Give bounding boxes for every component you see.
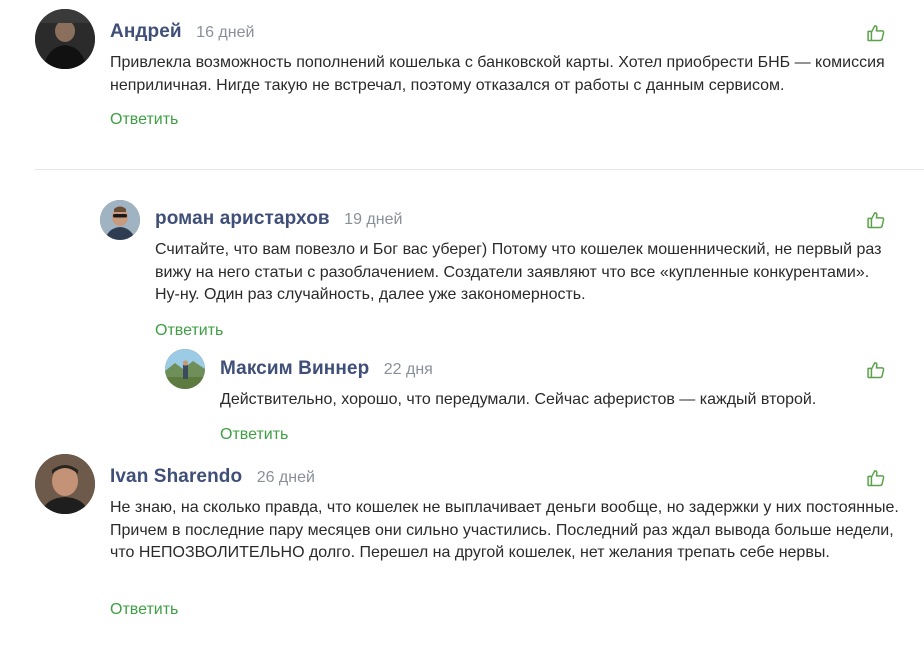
comment-text: Привлекла возможность пополнений кошельк… (110, 54, 885, 94)
avatar-photo (165, 349, 205, 389)
comment-age: 19 дней (344, 211, 403, 228)
thumbs-up-icon[interactable] (866, 360, 886, 380)
comment-header: Максим Виннер 22 дня (220, 358, 433, 380)
avatar[interactable] (165, 349, 205, 389)
reply-button[interactable]: Ответить (220, 426, 288, 444)
comment-header: Ivan Sharendo 26 дней (110, 466, 315, 488)
comment-age: 26 дней (256, 469, 315, 486)
comment-age: 16 дней (196, 24, 255, 41)
thumbs-up-icon[interactable] (866, 210, 886, 230)
avatar[interactable] (35, 9, 95, 69)
avatar[interactable] (35, 454, 95, 514)
divider (35, 169, 924, 170)
avatar[interactable] (100, 200, 140, 240)
author-name[interactable]: роман аристархов (155, 208, 330, 229)
comment-header: роман аристархов 19 дней (155, 208, 402, 230)
author-name[interactable]: Андрей (110, 21, 182, 42)
comment-header: Андрей 16 дней (110, 21, 254, 43)
thumbs-up-icon[interactable] (866, 23, 886, 43)
comment-text: Считайте, что вам повезло и Бог вас убер… (155, 241, 882, 303)
avatar-photo (100, 200, 140, 240)
avatar-photo (35, 9, 95, 69)
comment-text: Действительно, хорошо, что передумали. С… (220, 391, 817, 408)
author-name[interactable]: Ivan Sharendo (110, 466, 242, 487)
author-name[interactable]: Максим Виннер (220, 358, 369, 379)
reply-button[interactable]: Ответить (110, 111, 178, 129)
comment-text: Не знаю, на сколько правда, что кошелек … (110, 499, 899, 561)
avatar-photo (35, 454, 95, 514)
reply-button[interactable]: Ответить (155, 322, 223, 340)
reply-button[interactable]: Ответить (110, 601, 178, 619)
thumbs-up-icon[interactable] (866, 468, 886, 488)
comment-age: 22 дня (383, 361, 433, 378)
